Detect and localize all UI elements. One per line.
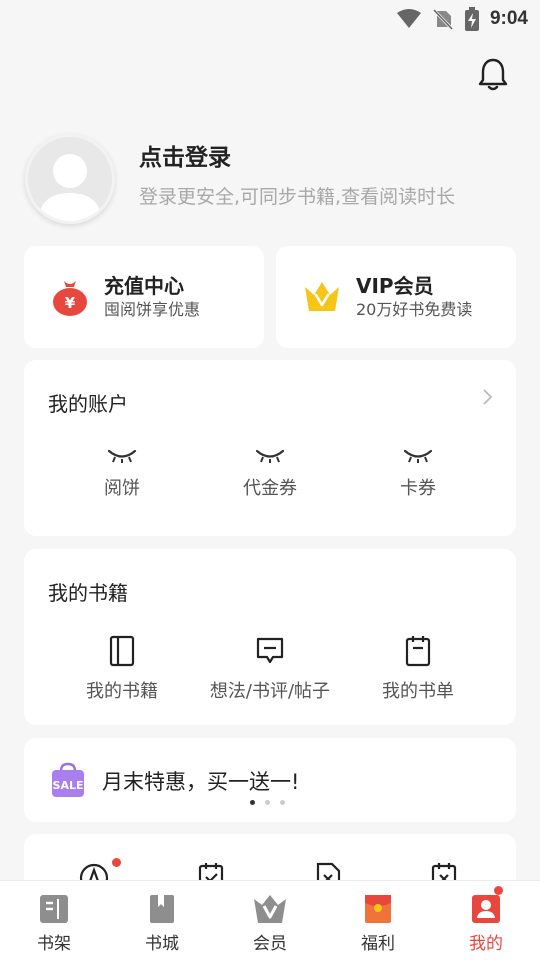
bell-icon xyxy=(478,58,508,91)
money-bag-icon: ¥ xyxy=(53,281,87,316)
account-item-label: 阅饼 xyxy=(104,478,140,499)
books-item-label: 想法/书评/帖子 xyxy=(209,681,331,702)
account-item-label: 卡券 xyxy=(400,478,436,499)
promo-title: VIP会员 xyxy=(356,274,434,298)
carousel-dot xyxy=(265,800,270,805)
default-avatar-icon xyxy=(38,154,102,221)
promo-subtitle: 囤阅饼享优惠 xyxy=(104,300,201,319)
books-item-label: 我的书籍 xyxy=(86,681,158,702)
books-item-booklist[interactable]: 我的书单 xyxy=(344,635,492,703)
comment-icon xyxy=(256,637,284,664)
book-icon xyxy=(109,635,135,667)
my-account-card: 我的账户 阅饼 代金券 卡券 xyxy=(24,360,516,536)
eye-closed-icon xyxy=(107,449,137,463)
tab-label: 会员 xyxy=(253,934,287,954)
section-title: 我的账户 xyxy=(48,392,128,416)
tab-bookstore[interactable]: 书城 xyxy=(108,881,216,960)
tab-label: 福利 xyxy=(361,934,395,954)
books-items: 我的书籍 想法/书评/帖子 我的书单 xyxy=(24,635,516,703)
banner-text: 月末特惠，买一送一! xyxy=(102,770,300,794)
promo-title: 充值中心 xyxy=(104,274,184,298)
notification-button[interactable] xyxy=(476,56,510,92)
tab-label: 书架 xyxy=(37,934,71,954)
sale-badge-text: SALE xyxy=(53,779,84,792)
carousel-dot xyxy=(280,800,285,805)
profile-icon xyxy=(472,895,500,923)
eye-closed-icon xyxy=(403,449,433,463)
vip-icon xyxy=(254,895,286,923)
tab-label: 我的 xyxy=(469,934,503,954)
notification-dot xyxy=(112,858,121,867)
account-item-voucher[interactable]: 代金券 xyxy=(196,448,344,500)
books-item-my-books[interactable]: 我的书籍 xyxy=(48,635,196,703)
account-item-label: 代金券 xyxy=(243,478,297,499)
account-item-coupon[interactable]: 卡券 xyxy=(344,448,492,500)
login-title[interactable]: 点击登录 xyxy=(139,138,231,172)
recharge-center-card[interactable]: ¥ 充值中心 囤阅饼享优惠 xyxy=(24,246,264,348)
eye-closed-icon xyxy=(255,449,285,463)
bookstore-icon xyxy=(150,895,174,923)
status-time: 9:04 xyxy=(489,8,528,29)
status-bar: 9:04 xyxy=(0,0,540,38)
bottom-tab-bar: 书架 书城 会员 福利 我的 xyxy=(0,880,540,960)
gift-icon xyxy=(365,895,391,923)
svg-text:¥: ¥ xyxy=(65,294,76,312)
crown-icon xyxy=(305,282,339,311)
battery-charging-icon xyxy=(464,7,479,31)
promo-banner[interactable]: SALE 月末特惠，买一送一! xyxy=(24,738,516,822)
account-item-yuebing[interactable]: 阅饼 xyxy=(48,448,196,500)
chevron-right-icon[interactable] xyxy=(482,388,494,406)
carousel-dots xyxy=(250,800,285,805)
wifi-icon xyxy=(396,9,421,28)
tab-mine[interactable]: 我的 xyxy=(432,881,540,960)
booklist-icon xyxy=(405,636,431,667)
books-item-label: 我的书单 xyxy=(382,681,454,702)
tab-welfare[interactable]: 福利 xyxy=(324,881,432,960)
bookshelf-icon xyxy=(40,895,68,923)
no-sim-icon xyxy=(432,8,454,30)
login-subtitle: 登录更安全,可同步书籍,查看阅读时长 xyxy=(139,186,456,208)
books-item-reviews[interactable]: 想法/书评/帖子 xyxy=(196,635,344,703)
notification-dot xyxy=(494,886,503,895)
account-items: 阅饼 代金券 卡券 xyxy=(24,448,516,500)
my-books-card: 我的书籍 我的书籍 想法/书评/帖子 我的书单 xyxy=(24,549,516,725)
sale-bag-icon: SALE xyxy=(52,762,84,797)
promo-subtitle: 20万好书免费读 xyxy=(356,300,473,319)
tab-label: 书城 xyxy=(145,934,179,954)
tab-bookshelf[interactable]: 书架 xyxy=(0,881,108,960)
carousel-dot-active xyxy=(250,800,255,805)
vip-member-card[interactable]: VIP会员 20万好书免费读 xyxy=(276,246,516,348)
tab-vip[interactable]: 会员 xyxy=(216,881,324,960)
avatar[interactable] xyxy=(25,134,115,224)
section-title: 我的书籍 xyxy=(48,581,128,605)
